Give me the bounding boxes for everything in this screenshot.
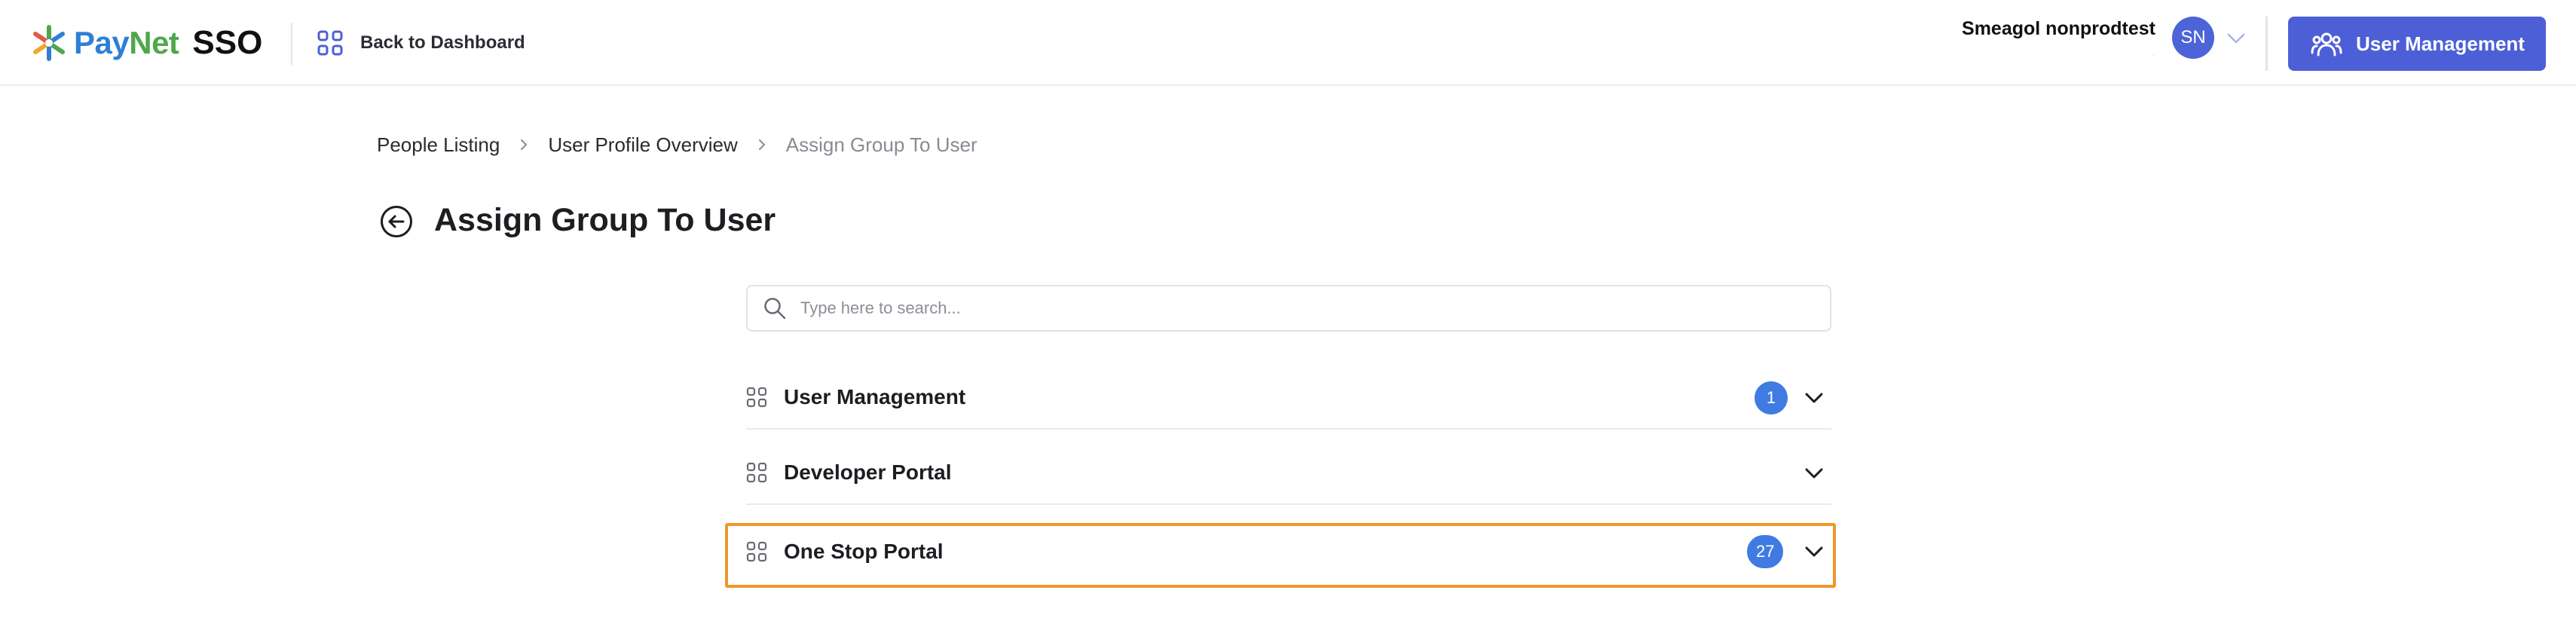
- top-header: PayNet SSO Back to Dashboard Smeagol non…: [0, 0, 2576, 86]
- chevron-down-icon[interactable]: [2225, 27, 2247, 50]
- back-to-dashboard-label: Back to Dashboard: [360, 32, 525, 53]
- count-badge: 27: [1747, 535, 1784, 568]
- group-label: User Management: [784, 385, 966, 408]
- user-management-button-label: User Management: [2356, 32, 2525, 55]
- group-row-user-management[interactable]: User Management 1: [746, 366, 1831, 430]
- user-name: Smeagol nonprodtest: [1962, 18, 2155, 39]
- header-divider: [291, 23, 292, 65]
- count-badge: 1: [1755, 381, 1788, 415]
- grid-icon: [746, 462, 767, 483]
- arrow-left-circle-icon[interactable]: [380, 205, 413, 238]
- avatar[interactable]: SN: [2172, 17, 2214, 59]
- page-title: Assign Group To User: [434, 202, 776, 238]
- grid-icon: [746, 387, 767, 408]
- chevron-right-icon: [758, 139, 765, 150]
- chevron-down-icon[interactable]: [1803, 540, 1825, 563]
- group-row-one-stop-portal[interactable]: One Stop Portal 27: [746, 520, 1831, 583]
- people-icon: [2311, 32, 2342, 57]
- brand-name-net: Net: [129, 25, 179, 60]
- search-box[interactable]: [746, 285, 1831, 332]
- breadcrumb-user-profile-overview[interactable]: User Profile Overview: [548, 133, 737, 157]
- grid-icon: [746, 541, 767, 562]
- brand-logo[interactable]: PayNet SSO: [30, 21, 262, 65]
- group-label: One Stop Portal: [784, 540, 944, 563]
- search-icon: [764, 298, 786, 320]
- user-management-button[interactable]: User Management: [2288, 17, 2546, 71]
- brand-name: PayNet: [74, 25, 179, 61]
- back-to-dashboard-link[interactable]: Back to Dashboard: [317, 27, 525, 59]
- brand-name-pay: Pay: [74, 25, 130, 60]
- search-input[interactable]: [799, 298, 1809, 319]
- user-subtitle: .: [2152, 53, 2154, 57]
- brand-sso: SSO: [192, 24, 263, 61]
- group-label: Developer Portal: [784, 460, 952, 484]
- header-divider: [2265, 17, 2268, 71]
- chevron-right-icon: [521, 139, 528, 150]
- breadcrumb: People Listing User Profile Overview Ass…: [377, 131, 977, 158]
- breadcrumb-assign-group-to-user: Assign Group To User: [785, 133, 977, 156]
- chevron-down-icon[interactable]: [1803, 462, 1825, 485]
- grid-icon: [317, 30, 343, 56]
- group-row-developer-portal[interactable]: Developer Portal: [746, 442, 1831, 505]
- chevron-down-icon[interactable]: [1803, 387, 1825, 409]
- paynet-star-logo-icon: [33, 25, 65, 61]
- breadcrumb-people-listing[interactable]: People Listing: [377, 133, 500, 157]
- avatar-initials: SN: [2180, 27, 2206, 47]
